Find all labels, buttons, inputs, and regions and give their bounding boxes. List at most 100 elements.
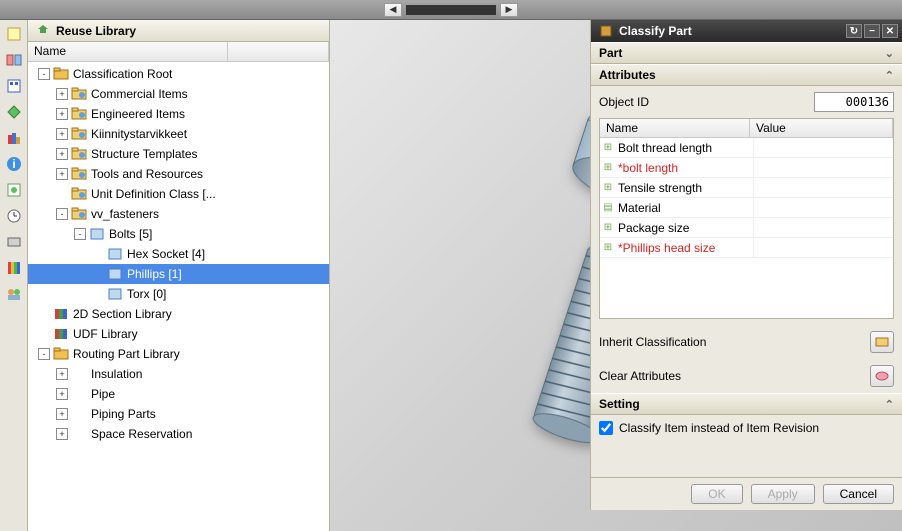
- sidebar-icon-3[interactable]: [4, 76, 24, 96]
- nav-next-button[interactable]: ▶: [500, 3, 518, 17]
- tree-expander[interactable]: [56, 188, 68, 200]
- tree-node[interactable]: + Structure Templates: [28, 144, 329, 164]
- attribute-row[interactable]: ⊞*Phillips head size: [600, 238, 893, 258]
- attribute-row[interactable]: ⊞Bolt thread length: [600, 138, 893, 158]
- tree-expander[interactable]: +: [56, 388, 68, 400]
- attribute-row[interactable]: ⊞Tensile strength: [600, 178, 893, 198]
- tree-node[interactable]: UDF Library: [28, 324, 329, 344]
- tree-expander[interactable]: +: [56, 428, 68, 440]
- sidebar-icon-5[interactable]: [4, 128, 24, 148]
- clear-attributes-button[interactable]: [870, 365, 894, 387]
- tree-node[interactable]: + Commercial Items: [28, 84, 329, 104]
- attribute-name: Package size: [616, 221, 753, 235]
- sidebar-icon-palette[interactable]: [4, 258, 24, 278]
- attribute-row[interactable]: ▤Material: [600, 198, 893, 218]
- sidebar-icon-9[interactable]: [4, 232, 24, 252]
- refresh-button[interactable]: ↻: [846, 24, 862, 38]
- cancel-button[interactable]: Cancel: [823, 484, 894, 504]
- section-header-attributes[interactable]: Attributes ⌃: [591, 64, 902, 86]
- attr-column-value[interactable]: Value: [750, 119, 893, 137]
- tree-node-icon: [71, 126, 87, 142]
- attribute-row[interactable]: ⊞Package size: [600, 218, 893, 238]
- sidebar-icon-7[interactable]: [4, 180, 24, 200]
- sidebar-icon-users[interactable]: [4, 284, 24, 304]
- attribute-value-cell[interactable]: [753, 158, 893, 177]
- tree-expander[interactable]: +: [56, 108, 68, 120]
- tree-node[interactable]: +Space Reservation: [28, 424, 329, 444]
- object-id-field[interactable]: [814, 92, 894, 112]
- tree-node[interactable]: +Insulation: [28, 364, 329, 384]
- apply-button[interactable]: Apply: [751, 484, 815, 504]
- chevron-up-icon: ⌃: [885, 69, 894, 82]
- sidebar-icon-2[interactable]: [4, 50, 24, 70]
- section-header-setting[interactable]: Setting ⌃: [591, 393, 902, 415]
- tree-view[interactable]: -Classification Root + Commercial Items +En…: [28, 62, 329, 531]
- tree-node[interactable]: +Engineered Items: [28, 104, 329, 124]
- attribute-value-cell[interactable]: [753, 218, 893, 237]
- attribute-row[interactable]: ⊞*bolt length: [600, 158, 893, 178]
- tree-expander[interactable]: +: [56, 128, 68, 140]
- column-header-name[interactable]: Name: [28, 42, 228, 61]
- tree-node-icon: [71, 366, 87, 382]
- tree-expander[interactable]: +: [56, 88, 68, 100]
- tree-expander[interactable]: +: [56, 408, 68, 420]
- tree-node[interactable]: -Routing Part Library: [28, 344, 329, 364]
- tree-node-icon: [107, 266, 123, 282]
- tree-node-icon: [71, 106, 87, 122]
- tree-node[interactable]: + Tools and Resources: [28, 164, 329, 184]
- column-header-blank[interactable]: [228, 42, 329, 61]
- tree-node[interactable]: +Pipe: [28, 384, 329, 404]
- tree-expander[interactable]: -: [56, 208, 68, 220]
- tree-node-label: Tools and Resources: [91, 167, 203, 181]
- attribute-value-cell[interactable]: [753, 138, 893, 157]
- attribute-type-icon: ⊞: [600, 142, 616, 153]
- tree-node[interactable]: Unit Definition Class [...: [28, 184, 329, 204]
- tree-expander[interactable]: [92, 288, 104, 300]
- tree-node-icon: [71, 166, 87, 182]
- nav-prev-button[interactable]: ◀: [384, 3, 402, 17]
- recycle-icon: [36, 24, 50, 38]
- attribute-name: *bolt length: [616, 161, 753, 175]
- tree-expander[interactable]: [92, 268, 104, 280]
- section-header-part[interactable]: Part ⌄: [591, 42, 902, 64]
- close-button[interactable]: ✕: [882, 24, 898, 38]
- tree-node[interactable]: Hex Socket [4]: [28, 244, 329, 264]
- tree-expander[interactable]: +: [56, 368, 68, 380]
- tree-node[interactable]: +Kiinnitystarvikkeet: [28, 124, 329, 144]
- tree-node-label: 2D Section Library: [73, 307, 172, 321]
- tree-node[interactable]: -Classification Root: [28, 64, 329, 84]
- tree-node[interactable]: +Piping Parts: [28, 404, 329, 424]
- tree-expander[interactable]: [38, 328, 50, 340]
- ok-button[interactable]: OK: [691, 484, 742, 504]
- tree-expander[interactable]: +: [56, 168, 68, 180]
- attributes-table: Name Value ⊞Bolt thread length⊞*bolt len…: [599, 118, 894, 319]
- tree-node[interactable]: Phillips [1]: [28, 264, 329, 284]
- attribute-value-cell[interactable]: [753, 238, 893, 257]
- attribute-name: Bolt thread length: [616, 141, 753, 155]
- classify-item-checkbox[interactable]: [599, 421, 613, 435]
- tree-expander[interactable]: -: [38, 348, 50, 360]
- tree-node-label: vv_fasteners: [91, 207, 159, 221]
- tree-expander[interactable]: -: [74, 228, 86, 240]
- tree-node[interactable]: Torx [0]: [28, 284, 329, 304]
- inherit-classification-button[interactable]: [870, 331, 894, 353]
- minimize-button[interactable]: −: [864, 24, 880, 38]
- tree-expander[interactable]: [92, 248, 104, 260]
- sidebar-icon-4[interactable]: [4, 102, 24, 122]
- tree-node[interactable]: - Bolts [5]: [28, 224, 329, 244]
- classify-item-checkbox-label[interactable]: Classify Item instead of Item Revision: [619, 421, 819, 435]
- attr-column-name[interactable]: Name: [600, 119, 750, 137]
- sidebar-icon-info[interactable]: i: [4, 154, 24, 174]
- tree-node-label: Commercial Items: [91, 87, 188, 101]
- tree-node[interactable]: - vv_fasteners: [28, 204, 329, 224]
- attribute-value-cell[interactable]: [753, 178, 893, 197]
- tree-expander[interactable]: [38, 308, 50, 320]
- attribute-value-cell[interactable]: [753, 198, 893, 217]
- sidebar-icon-clock[interactable]: [4, 206, 24, 226]
- tree-node[interactable]: 2D Section Library: [28, 304, 329, 324]
- tree-expander[interactable]: +: [56, 148, 68, 160]
- tree-node-label: Bolts [5]: [109, 227, 152, 241]
- tree-expander[interactable]: -: [38, 68, 50, 80]
- tree-node-label: Structure Templates: [91, 147, 198, 161]
- sidebar-icon-1[interactable]: [4, 24, 24, 44]
